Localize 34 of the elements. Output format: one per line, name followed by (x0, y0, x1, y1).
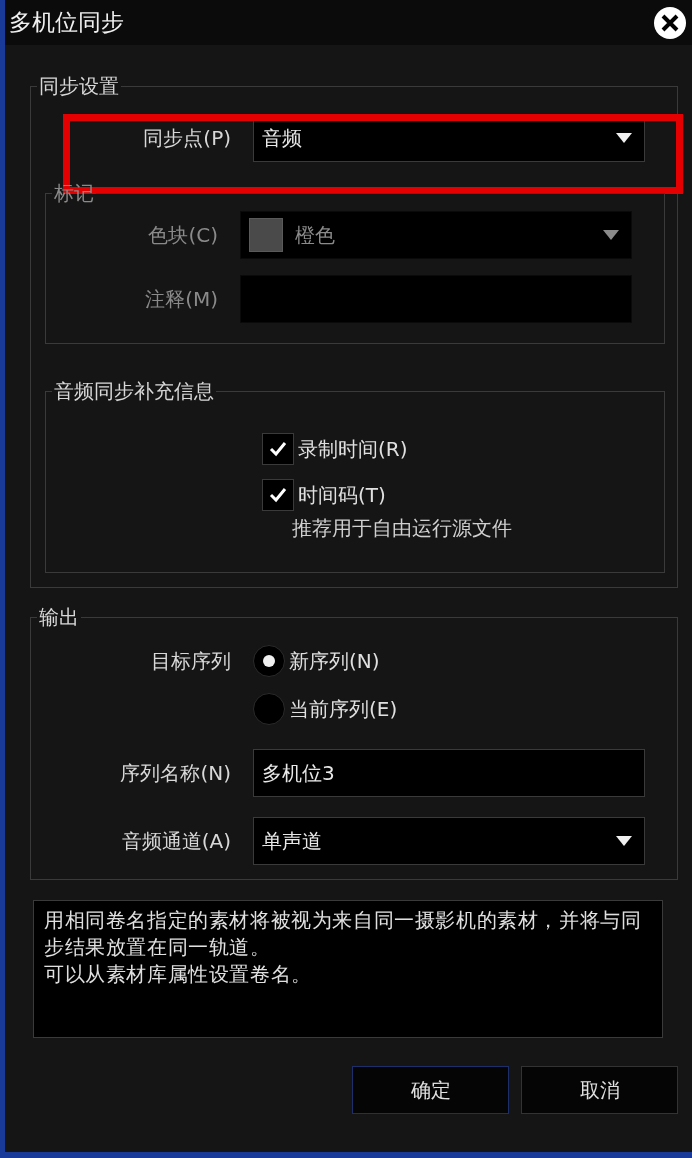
checkbox-label: 时间码(T) (298, 481, 386, 509)
info-text: 用相同卷名指定的素材将被视为来自同一摄影机的素材，并将与同步结果放置在同一轨道。 (44, 908, 643, 961)
info-text: 可以从素材库属性设置卷名。 (44, 962, 313, 988)
group-title: 同步设置 (38, 73, 120, 100)
close-button[interactable] (654, 6, 686, 39)
dropdown-caret-icon (603, 230, 619, 240)
radio-label: 当前序列(E) (289, 695, 398, 723)
color-swatch (249, 218, 283, 252)
field-label: 序列名称(N) (119, 759, 231, 787)
group-title: 标记 (53, 180, 95, 207)
dropdown-caret-icon (616, 836, 632, 846)
group-title: 输出 (38, 604, 80, 631)
checkbox[interactable] (262, 433, 294, 465)
ok-button[interactable]: 确定 (352, 1066, 509, 1114)
window-title: 多机位同步 (9, 8, 124, 37)
hint-text: 推荐用于自由运行源文件 (291, 515, 513, 542)
sequence-name-field[interactable]: 多机位3 (253, 749, 645, 797)
field-label: 音频通道(A) (120, 827, 231, 855)
radio-button[interactable] (253, 693, 285, 725)
check-icon (269, 441, 287, 457)
radio-button[interactable] (253, 645, 285, 677)
radio-label: 新序列(N) (289, 647, 380, 675)
group-title: 音频同步补充信息 (53, 378, 215, 405)
field-label: 同步点(P) (142, 124, 231, 152)
checkbox-label: 录制时间(R) (298, 435, 408, 463)
field-label: 目标序列 (150, 648, 231, 675)
audio-channel-dropdown[interactable]: 单声道 (253, 817, 645, 865)
dropdown-caret-icon (616, 133, 632, 143)
cancel-button[interactable]: 取消 (521, 1066, 678, 1114)
checkbox[interactable] (262, 479, 294, 511)
field-label: 注释(M) (144, 285, 218, 313)
check-icon (269, 487, 287, 503)
field-label: 色块(C) (147, 221, 218, 249)
close-icon (661, 13, 679, 32)
